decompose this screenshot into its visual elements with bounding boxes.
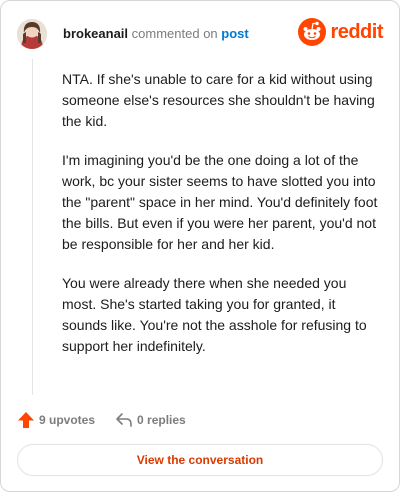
comment-paragraph: I'm imagining you'd be the one doing a l…: [62, 152, 378, 252]
comment-actions: 9 upvotes 0 replies: [17, 409, 186, 431]
user-avatar[interactable]: [17, 19, 47, 49]
view-conversation-button[interactable]: View the conversation: [17, 444, 383, 476]
comment-embed-card: brokeanail commented on post reddit NTA.…: [0, 0, 400, 492]
upvote-arrow-icon: [18, 412, 34, 428]
comment-paragraph: You were already there when she needed y…: [62, 275, 367, 354]
upvotes-count: 9 upvotes: [39, 413, 96, 427]
avatar-illustration-icon: [17, 19, 47, 49]
replies-button[interactable]: 0 replies: [115, 411, 186, 429]
meta-verb: commented on: [131, 26, 218, 41]
post-link[interactable]: post: [221, 26, 248, 41]
comment-body: NTA. If she's unable to care for a kid w…: [62, 69, 380, 375]
replies-count: 0 replies: [137, 413, 186, 427]
thread-line: [32, 59, 33, 395]
username-link[interactable]: brokeanail: [63, 26, 128, 41]
reply-arrow-icon: [116, 413, 132, 427]
comment-header: brokeanail commented on post reddit: [17, 17, 383, 51]
reddit-wordmark: reddit: [330, 20, 383, 43]
comment-paragraph: NTA. If she's unable to care for a kid w…: [62, 71, 375, 129]
upvotes-button[interactable]: 9 upvotes: [17, 411, 95, 429]
reddit-brand[interactable]: reddit: [298, 17, 383, 47]
reddit-snoo-icon: [298, 18, 327, 46]
comment-meta: brokeanail commented on post: [63, 26, 249, 41]
